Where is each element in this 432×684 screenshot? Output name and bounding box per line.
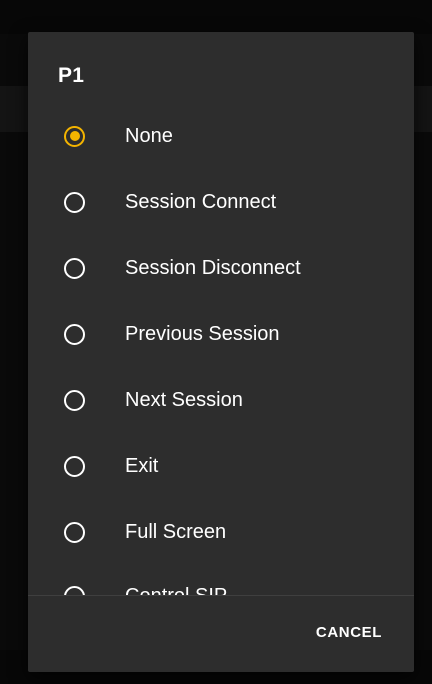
option-label: Next Session xyxy=(125,388,243,411)
option-session-disconnect[interactable]: Session Disconnect xyxy=(28,236,414,300)
radio-unselected-icon[interactable] xyxy=(64,389,85,411)
radio-unselected-icon[interactable] xyxy=(64,191,85,213)
single-choice-dialog: P1 None Session Connect Session Disconne… xyxy=(28,32,414,672)
options-list[interactable]: None Session Connect Session Disconnect … xyxy=(28,104,414,596)
option-next-session[interactable]: Next Session xyxy=(28,368,414,432)
option-previous-session[interactable]: Previous Session xyxy=(28,302,414,366)
option-control-sip[interactable]: Control SIP xyxy=(28,564,414,596)
status-bar-area xyxy=(0,0,432,34)
option-full-screen[interactable]: Full Screen xyxy=(28,500,414,564)
option-none[interactable]: None xyxy=(28,104,414,168)
option-label: Previous Session xyxy=(125,322,280,345)
dialog-actions: CANCEL xyxy=(28,596,414,672)
radio-unselected-icon[interactable] xyxy=(64,455,85,477)
option-label: Session Disconnect xyxy=(125,256,301,279)
option-label: Full Screen xyxy=(125,520,227,543)
option-session-connect[interactable]: Session Connect xyxy=(28,170,414,234)
option-label: None xyxy=(125,124,173,147)
dialog-title: P1 xyxy=(58,64,85,87)
option-label: Exit xyxy=(125,454,159,477)
radio-unselected-icon[interactable] xyxy=(64,257,85,279)
radio-unselected-icon[interactable] xyxy=(64,323,85,345)
option-exit[interactable]: Exit xyxy=(28,434,414,498)
option-label: Session Connect xyxy=(125,190,277,213)
cancel-button[interactable]: CANCEL xyxy=(306,614,392,650)
radio-selected-icon[interactable] xyxy=(64,125,85,147)
radio-unselected-icon[interactable] xyxy=(64,521,85,543)
